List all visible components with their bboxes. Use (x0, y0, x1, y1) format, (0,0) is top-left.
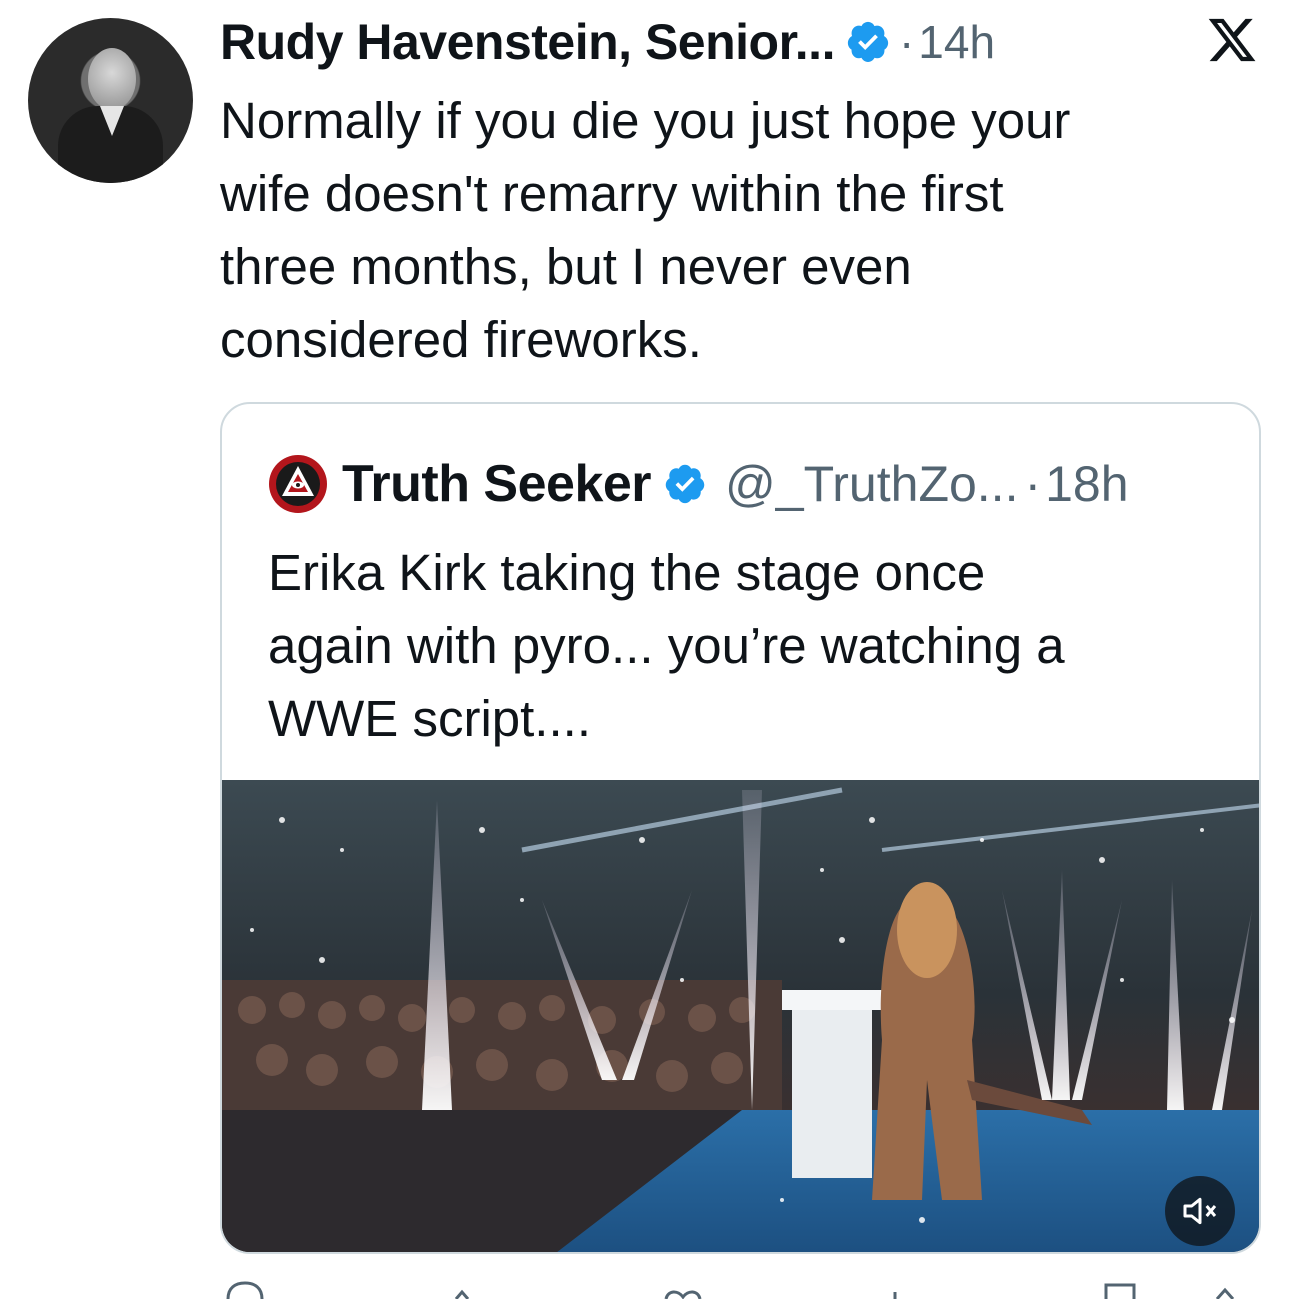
tweet-text: Normally if you die you just hope your w… (220, 84, 1220, 376)
tweet-text-line: Normally if you die you just hope your (220, 92, 1071, 149)
quote-text-line: WWE script.... (268, 690, 591, 747)
author-avatar[interactable] (28, 18, 193, 183)
tweet-text-line: three months, but I never even (220, 238, 912, 295)
like-icon[interactable] (658, 1280, 708, 1299)
tweet-text-line: considered fireworks. (220, 311, 702, 368)
tweet-header: Rudy Havenstein, Senior... · 14h (220, 12, 995, 72)
quote-timestamp[interactable]: 18h (1045, 455, 1128, 513)
quote-separator: · (1024, 456, 1042, 512)
volume-muted-icon (1183, 1197, 1217, 1225)
quote-header: Truth Seeker @_TruthZo... · 18h (268, 454, 1129, 514)
verified-badge-icon (665, 464, 705, 504)
share-icon[interactable] (1205, 1280, 1245, 1299)
bookmark-icon[interactable] (1100, 1280, 1140, 1299)
mute-button[interactable] (1165, 1176, 1235, 1246)
quote-author-name[interactable]: Truth Seeker (342, 454, 652, 514)
avatar-face (88, 48, 136, 110)
tweet-timestamp[interactable]: 14h (918, 15, 995, 69)
quote-video[interactable] (222, 780, 1261, 1254)
verified-badge-icon (847, 21, 889, 63)
retweet-icon[interactable] (438, 1280, 488, 1299)
reply-icon[interactable] (220, 1280, 270, 1299)
tweet-actions (220, 1280, 1260, 1299)
quoted-tweet[interactable]: Truth Seeker @_TruthZo... · 18h Erika Ki… (220, 402, 1261, 1254)
author-name[interactable]: Rudy Havenstein, Senior... (220, 13, 835, 71)
header-separator: · (898, 16, 915, 68)
quote-author-handle[interactable]: @_TruthZo... (725, 455, 1018, 513)
quote-text-line: Erika Kirk taking the stage once (268, 544, 986, 601)
quote-author-avatar[interactable] (268, 454, 328, 514)
quote-text: Erika Kirk taking the stage once again w… (268, 536, 1228, 755)
quote-text-line: again with pyro... you’re watching a (268, 617, 1065, 674)
tweet-text-line: wife doesn't remarry within the first (220, 165, 1004, 222)
x-logo-icon[interactable] (1206, 14, 1258, 66)
views-icon[interactable] (880, 1280, 910, 1299)
